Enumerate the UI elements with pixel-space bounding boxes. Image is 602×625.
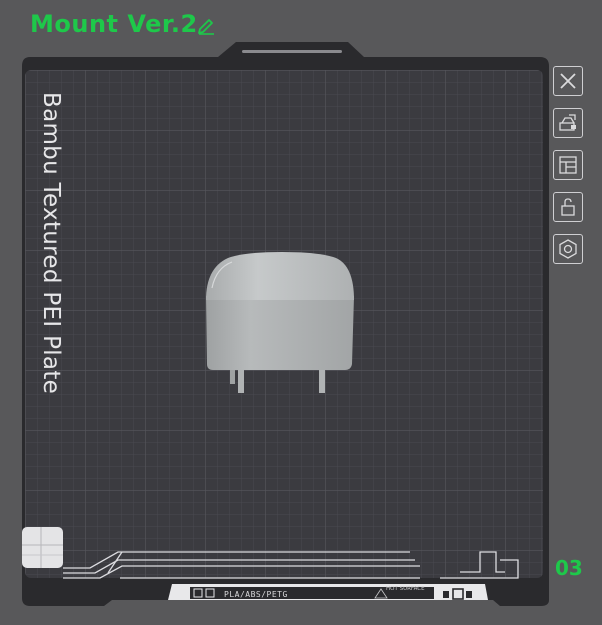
plate-toolbar xyxy=(553,66,585,276)
auto-orient-button[interactable] xyxy=(553,108,583,138)
plate-handle xyxy=(242,50,342,53)
corner-tile xyxy=(22,527,63,568)
build-plate-view xyxy=(22,42,549,606)
bed-type-label: Bambu Textured PEI Plate xyxy=(38,92,64,395)
filament-compat-label: PLA/ABS/PETG xyxy=(224,590,288,599)
unlock-icon xyxy=(561,198,575,216)
plate-settings-button[interactable] xyxy=(553,234,583,264)
settings-icon xyxy=(559,239,577,259)
plate-title: Mount Ver.2 xyxy=(30,10,198,38)
hot-surface-label: HOT SURFACE xyxy=(386,586,425,592)
plate-number: 03 xyxy=(555,556,583,580)
arrange-button[interactable] xyxy=(553,150,583,180)
arrange-icon xyxy=(559,156,577,174)
auto-orient-icon xyxy=(559,114,576,131)
close-plate-button[interactable] xyxy=(553,66,583,96)
lock-plate-button[interactable] xyxy=(553,192,583,222)
close-icon xyxy=(560,73,576,89)
edit-icon[interactable] xyxy=(196,16,216,36)
